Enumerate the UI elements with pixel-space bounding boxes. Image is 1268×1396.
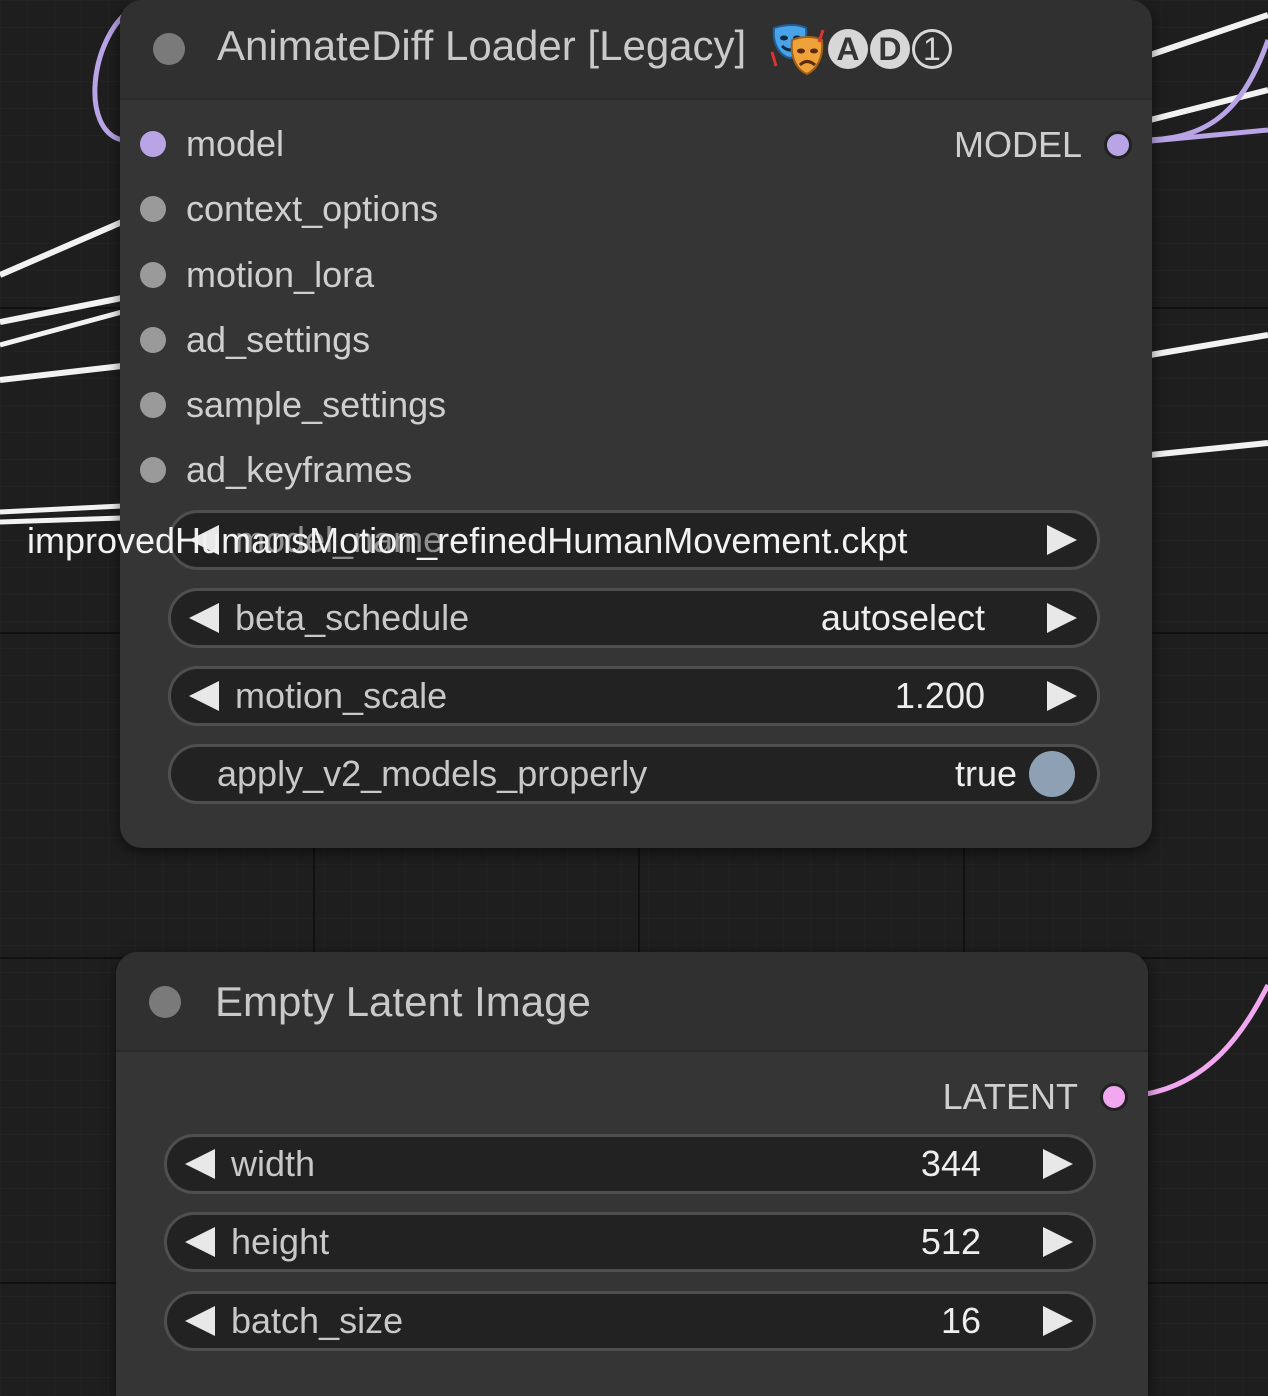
widget-value: true — [954, 753, 1017, 794]
motion-scale-number[interactable]: motion_scale 1.200 — [168, 666, 1100, 726]
badge-letter-d: D — [869, 29, 910, 69]
increment-arrow-icon[interactable] — [1043, 1306, 1073, 1336]
increment-arrow-icon[interactable] — [1043, 1149, 1073, 1179]
widget-value: autoselect — [820, 597, 985, 638]
output-slot-model[interactable]: MODEL — [954, 124, 1132, 166]
widget-label: width — [231, 1143, 316, 1184]
toggle-knob[interactable] — [1029, 751, 1075, 797]
node-badge: A D 1 — [770, 22, 952, 76]
input-label: ad_keyframes — [186, 449, 413, 490]
comedy-tragedy-masks-icon — [770, 22, 826, 76]
context-options-link — [0, 219, 124, 278]
widget-label: motion_scale — [235, 675, 448, 716]
increment-arrow-icon[interactable] — [1047, 525, 1077, 555]
node-title: Empty Latent Image — [215, 978, 591, 1025]
output-dot[interactable] — [1100, 1083, 1128, 1111]
apply-v2-toggle[interactable]: apply_v2_models_properly true — [168, 744, 1100, 804]
animatediff-loader-node[interactable]: AnimateDiff Loader [Legacy] A D 1 model … — [120, 0, 1152, 848]
input-label: context_options — [186, 188, 439, 229]
empty-latent-image-node[interactable]: Empty Latent Image LATENT width 344 heig… — [116, 952, 1148, 1396]
collapse-dot[interactable] — [149, 986, 181, 1018]
width-number[interactable]: width 344 — [164, 1134, 1096, 1194]
height-number[interactable]: height 512 — [164, 1212, 1096, 1272]
generic-link-right-2 — [1149, 87, 1268, 123]
output-label: LATENT — [942, 1076, 1078, 1117]
input-dot[interactable] — [140, 457, 166, 483]
generic-link-right-1 — [1149, 12, 1268, 58]
increment-arrow-icon[interactable] — [1047, 681, 1077, 711]
latent-output-link — [1139, 983, 1268, 1098]
collapse-dot[interactable] — [153, 33, 185, 65]
node-header[interactable]: AnimateDiff Loader [Legacy] A D 1 — [120, 0, 1152, 100]
widget-label: apply_v2_models_properly — [217, 753, 648, 794]
input-label: motion_lora — [186, 254, 375, 295]
input-slot-ad-keyframes[interactable]: ad_keyframes — [140, 449, 413, 490]
input-label: model — [186, 123, 285, 164]
input-slot-ad-settings[interactable]: ad_settings — [140, 319, 371, 360]
input-slot-model[interactable]: model — [140, 123, 285, 164]
model-output-link-2 — [1139, 127, 1268, 145]
batch-size-number[interactable]: batch_size 16 — [164, 1291, 1096, 1351]
decrement-arrow-icon[interactable] — [185, 1149, 215, 1179]
generic-link-right-3 — [1149, 332, 1268, 358]
widget-value: 1.200 — [894, 675, 985, 716]
ad-keyframes-link-a — [0, 503, 123, 515]
decrement-arrow-icon[interactable] — [185, 1306, 215, 1336]
input-label: sample_settings — [186, 384, 447, 425]
input-dot[interactable] — [140, 392, 166, 418]
node-title-text: AnimateDiff Loader [Legacy] — [217, 22, 747, 70]
output-label: MODEL — [953, 124, 1082, 165]
input-slot-sample-settings[interactable]: sample_settings — [140, 384, 447, 425]
input-dot[interactable] — [140, 262, 166, 288]
node-header[interactable]: Empty Latent Image — [116, 952, 1148, 1052]
model-name-value: improvedHumansMotion_refinedHumanMovemen… — [27, 520, 908, 561]
node-title: AnimateDiff Loader [Legacy] A D 1 — [217, 22, 952, 76]
increment-arrow-icon[interactable] — [1043, 1227, 1073, 1257]
input-dot[interactable] — [140, 196, 166, 222]
widget-value: 16 — [940, 1300, 981, 1341]
output-slot-latent[interactable]: LATENT — [943, 1076, 1128, 1118]
input-dot[interactable] — [140, 131, 166, 157]
widget-label: height — [231, 1221, 330, 1262]
increment-arrow-icon[interactable] — [1047, 603, 1077, 633]
decrement-arrow-icon[interactable] — [185, 1227, 215, 1257]
widget-label: beta_schedule — [235, 597, 470, 638]
badge-number: 1 — [911, 29, 952, 69]
widget-value: 512 — [920, 1221, 981, 1262]
output-dot[interactable] — [1104, 131, 1132, 159]
input-label: ad_settings — [186, 319, 371, 360]
widget-label: batch_size — [231, 1300, 404, 1341]
decrement-arrow-icon[interactable] — [189, 681, 219, 711]
node-graph-canvas[interactable]: AnimateDiff Loader [Legacy] A D 1 model … — [0, 0, 1268, 1396]
widget-value: 344 — [920, 1143, 981, 1184]
generic-link-right-4 — [1149, 440, 1268, 458]
badge-letter-a: A — [827, 29, 868, 69]
input-slot-motion-lora[interactable]: motion_lora — [140, 254, 375, 295]
decrement-arrow-icon[interactable] — [189, 603, 219, 633]
beta-schedule-combo[interactable]: beta_schedule autoselect — [168, 588, 1100, 648]
ad-settings-link-b — [0, 363, 123, 383]
input-dot[interactable] — [140, 327, 166, 353]
input-slot-context-options[interactable]: context_options — [140, 188, 439, 229]
